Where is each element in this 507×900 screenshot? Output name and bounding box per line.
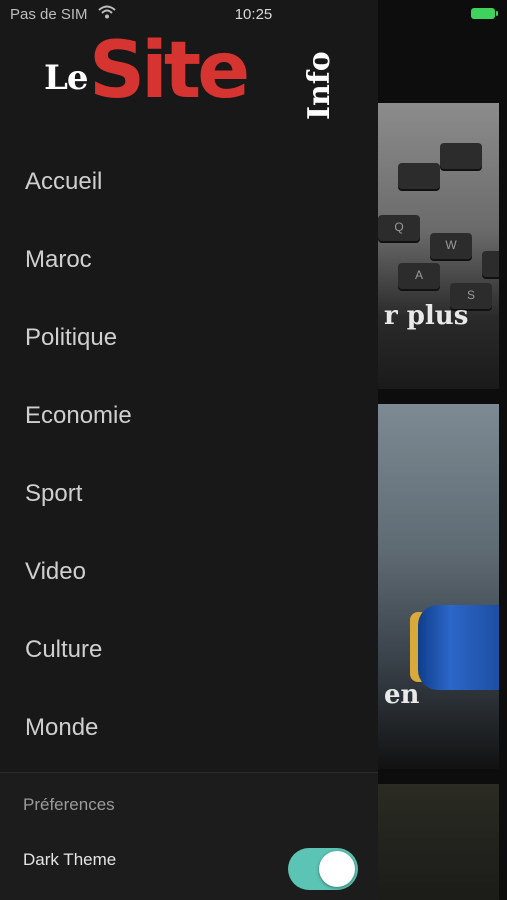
menu-item-politique[interactable]: Politique xyxy=(25,324,117,352)
menu-item-sport[interactable]: Sport xyxy=(25,480,82,508)
logo-site: Site xyxy=(89,26,250,116)
site-logo[interactable]: Le Site Info xyxy=(44,26,344,122)
logo-le: Le xyxy=(44,58,89,98)
article-card[interactable] xyxy=(378,784,499,900)
dark-theme-toggle[interactable] xyxy=(288,848,358,890)
keyboard-key xyxy=(398,163,440,189)
article-card[interactable]: en xyxy=(378,404,499,769)
keyboard-key xyxy=(440,143,482,169)
menu-item-culture[interactable]: Culture xyxy=(25,636,102,664)
status-time: 10:25 xyxy=(234,6,273,23)
keyboard-key: W xyxy=(430,233,472,259)
menu-item-economie[interactable]: Economie xyxy=(25,402,132,430)
keyboard-key: A xyxy=(398,263,440,289)
article-title: en xyxy=(384,680,420,710)
navigation-drawer: Le Site Info Accueil Maroc Politique Eco… xyxy=(0,0,378,900)
preferences-section: Préferences Dark Theme xyxy=(0,773,378,900)
preferences-title: Préferences xyxy=(23,795,115,814)
menu-item-accueil[interactable]: Accueil xyxy=(25,168,102,196)
keyboard-key: E xyxy=(482,251,499,277)
menu-item-video[interactable]: Video xyxy=(25,558,86,586)
toggle-knob xyxy=(319,851,355,887)
battery-charging-icon xyxy=(471,8,498,19)
keyboard-key: Q xyxy=(378,215,420,241)
status-bar: Pas de SIM 10:25 xyxy=(0,0,507,30)
article-card[interactable]: Q W E A S r plus xyxy=(378,103,499,389)
article-title: r plus xyxy=(384,301,469,331)
article-image-detail xyxy=(418,605,499,690)
menu-item-monde[interactable]: Monde xyxy=(25,714,98,742)
dark-theme-label: Dark Theme xyxy=(23,850,117,869)
logo-info: Info xyxy=(302,51,337,120)
menu-item-maroc[interactable]: Maroc xyxy=(25,246,92,274)
